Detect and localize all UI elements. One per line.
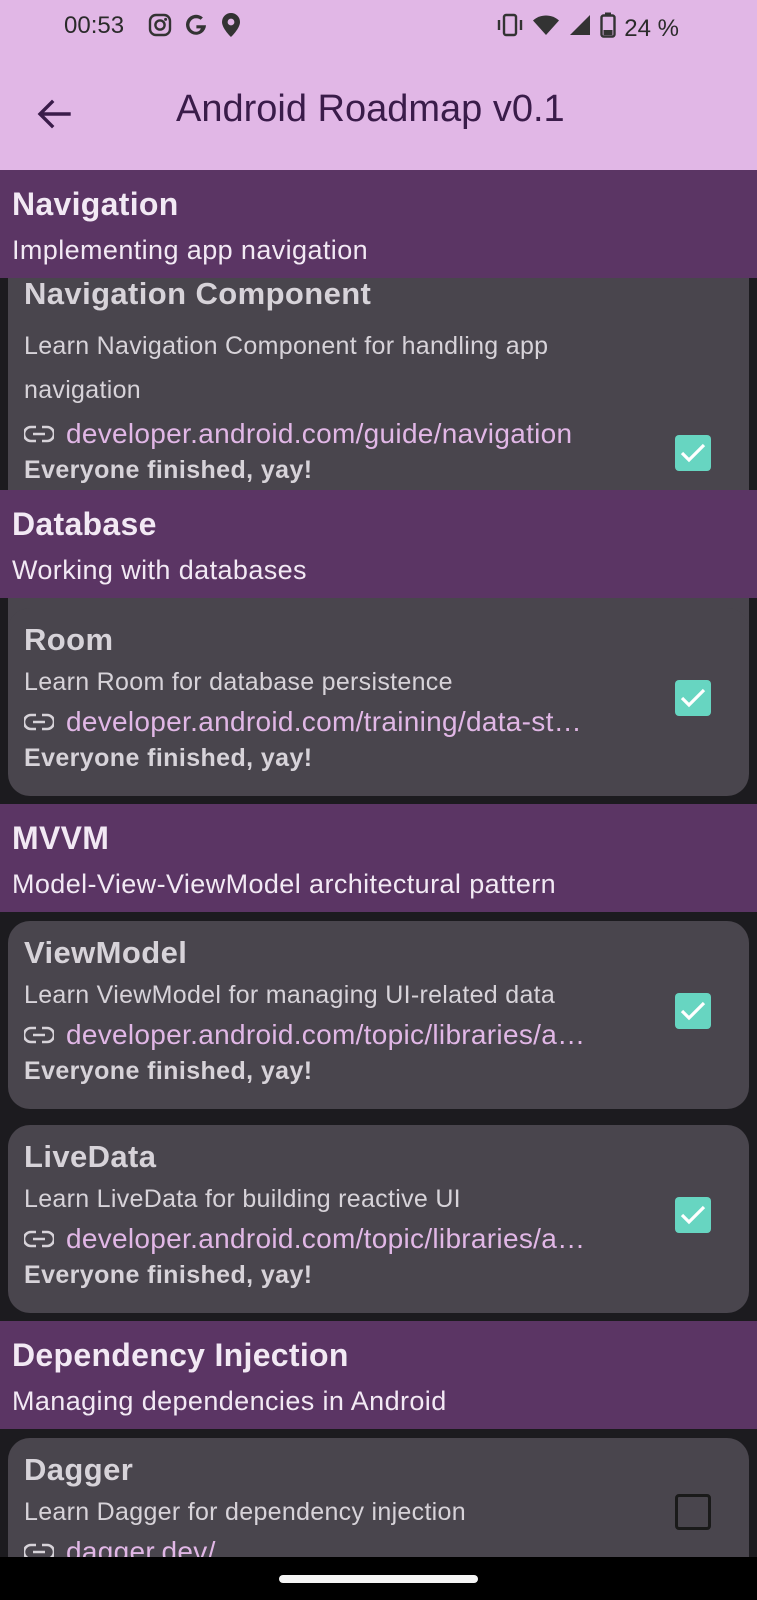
section-subtitle: Managing dependencies in Android <box>12 1386 447 1416</box>
link-icon <box>24 425 54 443</box>
section-subtitle: Working with databases <box>12 555 307 585</box>
signal-icon <box>568 13 592 44</box>
completed-checkbox[interactable] <box>675 680 711 716</box>
card-status: Everyone finished, yay! <box>24 1261 313 1289</box>
system-nav-bar <box>0 1557 757 1600</box>
card-link[interactable]: developer.android.com/topic/libraries/a… <box>24 1219 639 1259</box>
status-time: 00:53 <box>64 12 125 39</box>
battery-percent: 24 % <box>624 14 679 42</box>
instagram-icon <box>148 13 172 42</box>
status-bar: 00:53 24 % <box>0 0 757 56</box>
topic-card[interactable]: ViewModel Learn ViewModel for managing U… <box>8 921 749 1109</box>
card-status: Everyone finished, yay! <box>24 456 313 484</box>
card-description: Learn Room for database persistence <box>24 668 453 696</box>
google-icon <box>184 13 208 42</box>
topic-card[interactable]: Dagger Learn Dagger for dependency injec… <box>8 1438 749 1557</box>
card-description: Learn LiveData for building reactive UI <box>24 1185 461 1213</box>
section-subtitle: Implementing app navigation <box>12 235 369 265</box>
check-icon <box>680 443 706 463</box>
link-icon <box>24 1026 54 1044</box>
section-title: MVVM <box>12 820 110 856</box>
home-gesture-handle[interactable] <box>279 1575 478 1583</box>
check-icon <box>680 1205 706 1225</box>
link-icon <box>24 713 54 731</box>
wifi-icon <box>532 13 560 44</box>
card-status: Everyone finished, yay! <box>24 1057 313 1085</box>
back-button[interactable] <box>32 92 76 136</box>
card-link-text[interactable]: developer.android.com/guide/navigation <box>66 418 572 450</box>
card-link-text[interactable]: dagger.dev/ <box>66 1536 216 1557</box>
card-status: Everyone finished, yay! <box>24 744 313 772</box>
card-title: Room <box>24 622 114 657</box>
check-icon <box>680 688 706 708</box>
card-link-text[interactable]: developer.android.com/topic/libraries/a… <box>66 1019 585 1051</box>
card-link[interactable]: developer.android.com/topic/libraries/a… <box>24 1015 639 1055</box>
card-title: Dagger <box>24 1452 134 1487</box>
section-title: Database <box>12 506 157 542</box>
link-icon <box>24 1230 54 1248</box>
topic-card[interactable]: Room Learn Room for database persistence… <box>8 608 749 796</box>
section-header: MVVM Model-View-ViewModel architectural … <box>0 804 757 912</box>
completed-checkbox[interactable] <box>675 1197 711 1233</box>
card-description: Learn Dagger for dependency injection <box>24 1498 466 1526</box>
section-title: Navigation <box>12 186 179 222</box>
vibrate-icon <box>496 13 524 44</box>
roadmap-list[interactable]: Navigation Component Learn Navigation Co… <box>0 170 757 1557</box>
section-header: Navigation Implementing app navigation <box>0 170 757 278</box>
section-subtitle: Model-View-ViewModel architectural patte… <box>12 869 557 899</box>
top-app-bar: Android Roadmap v0.1 <box>0 56 757 170</box>
battery-icon <box>600 12 616 45</box>
card-description: Learn Navigation Component for handling … <box>24 332 549 404</box>
card-title: Navigation Component <box>24 276 372 311</box>
completed-checkbox[interactable] <box>675 993 711 1029</box>
location-icon <box>220 12 242 43</box>
check-icon <box>680 1001 706 1021</box>
card-description: Learn ViewModel for managing UI-related … <box>24 981 556 1009</box>
card-link[interactable]: dagger.dev/ <box>24 1532 639 1557</box>
card-link[interactable]: developer.android.com/guide/navigation <box>24 414 639 454</box>
card-link-text[interactable]: developer.android.com/topic/libraries/a… <box>66 1223 585 1255</box>
link-icon <box>24 1543 54 1557</box>
page-title: Android Roadmap v0.1 <box>176 88 565 130</box>
completed-checkbox[interactable] <box>675 1494 711 1530</box>
completed-checkbox[interactable] <box>675 435 711 471</box>
section-header: Dependency Injection Managing dependenci… <box>0 1321 757 1429</box>
card-link-text[interactable]: developer.android.com/training/data-st… <box>66 706 582 738</box>
back-arrow-icon <box>37 99 71 129</box>
card-title: LiveData <box>24 1139 157 1174</box>
topic-card[interactable]: LiveData Learn LiveData for building rea… <box>8 1125 749 1313</box>
section-header: Database Working with databases <box>0 490 757 598</box>
card-title: ViewModel <box>24 935 188 970</box>
section-title: Dependency Injection <box>12 1337 349 1373</box>
card-link[interactable]: developer.android.com/training/data-st… <box>24 702 639 742</box>
